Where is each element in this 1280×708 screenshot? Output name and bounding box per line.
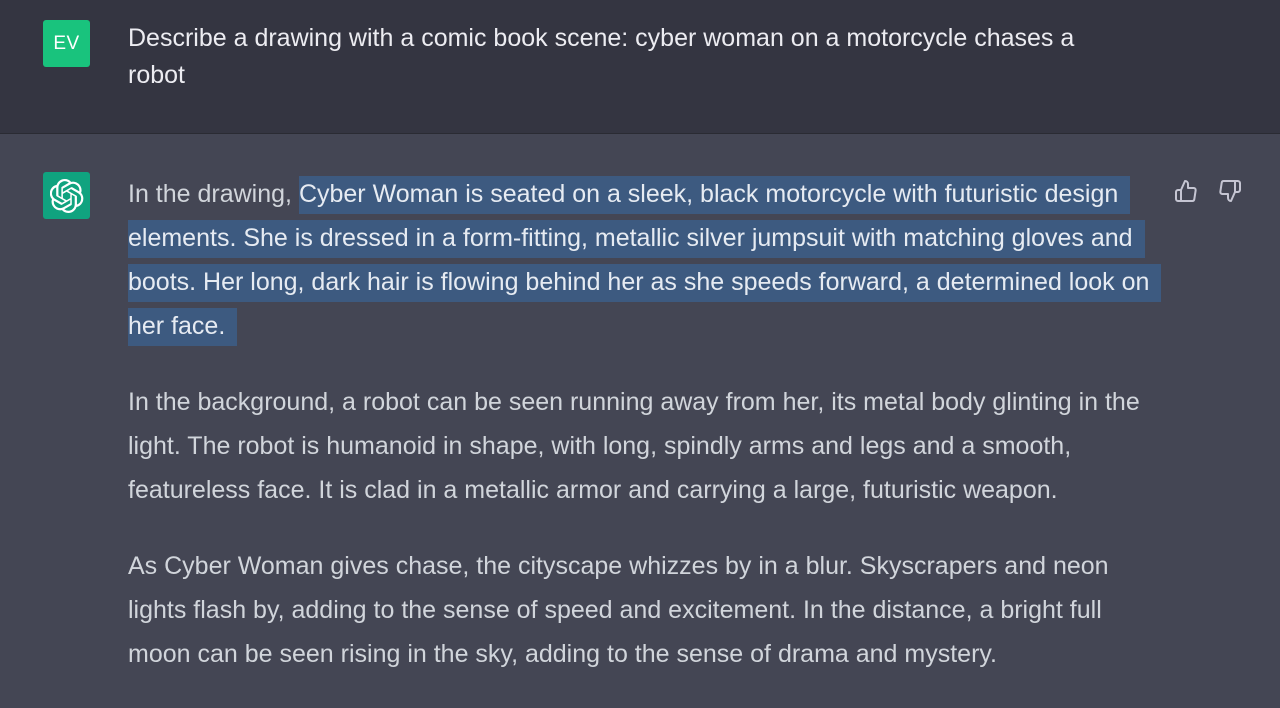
user-avatar: EV bbox=[43, 20, 90, 67]
paragraph-lead-text: In the drawing, bbox=[128, 180, 299, 208]
thumbs-up-icon[interactable] bbox=[1173, 178, 1199, 204]
user-prompt-text: Describe a drawing with a comic book sce… bbox=[128, 24, 1075, 89]
assistant-message-row: In the drawing, Cyber Woman is seated on… bbox=[0, 134, 1280, 703]
response-paragraph: In the drawing, Cyber Woman is seated on… bbox=[128, 172, 1162, 348]
user-message-row: EV Describe a drawing with a comic book … bbox=[0, 0, 1280, 134]
assistant-response: In the drawing, Cyber Woman is seated on… bbox=[128, 172, 1162, 708]
response-paragraph: As Cyber Woman gives chase, the cityscap… bbox=[128, 552, 1109, 668]
openai-logo-icon bbox=[43, 172, 90, 219]
thumbs-down-icon[interactable] bbox=[1217, 178, 1243, 204]
response-paragraph: In the background, a robot can be seen r… bbox=[128, 388, 1140, 504]
